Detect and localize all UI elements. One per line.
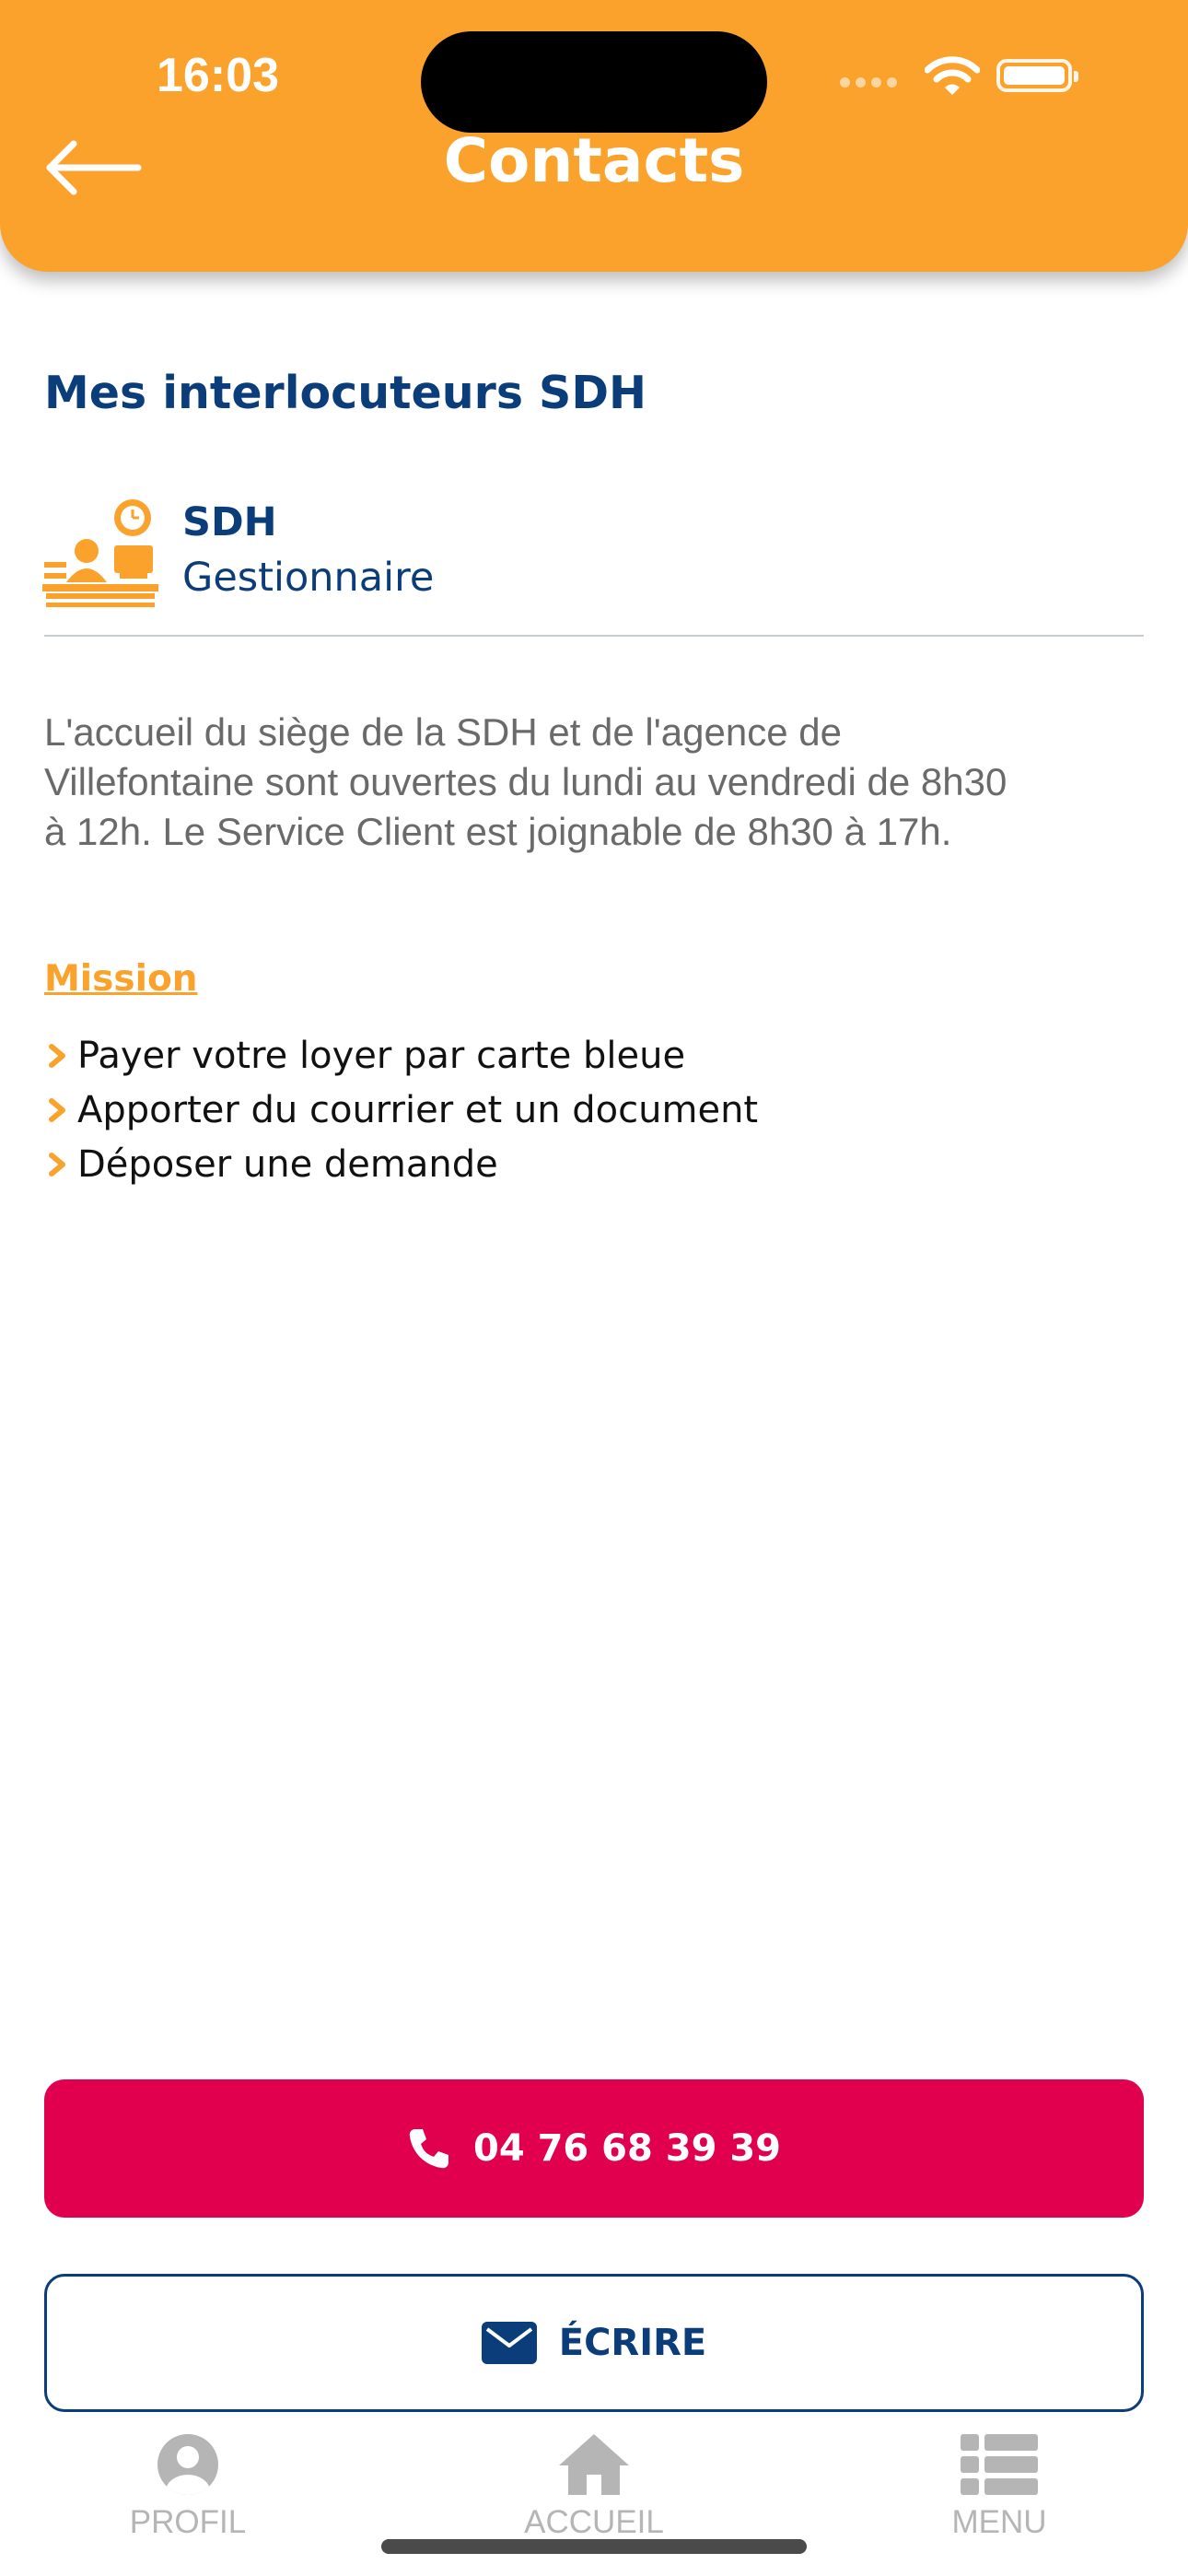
contact-role: Gestionnaire [182,555,435,601]
opening-hours-text: L'accueil du siège de la SDH et de l'age… [44,708,1168,857]
write-button-label: ÉCRIRE [558,2322,707,2364]
call-button[interactable]: 04 76 68 39 39 [44,2079,1144,2218]
mission-item-label: Payer votre loyer par carte bleue [77,1034,686,1077]
status-icons [840,53,1089,100]
battery-icon [996,59,1078,92]
divider [44,635,1144,637]
cellular-signal-icon [840,74,903,91]
page-title: Contacts [443,125,745,196]
mission-item-label: Déposer une demande [77,1142,498,1186]
section-title: Mes interlocuteurs SDH [44,367,647,419]
nav-accueil[interactable]: ACCUEIL [474,2432,714,2541]
mission-item: Payer votre loyer par carte bleue [44,1028,758,1083]
chevron-right-icon [49,1043,65,1068]
mission-list: Payer votre loyer par carte bleue Apport… [44,1028,758,1191]
dynamic-island [421,31,767,133]
contact-name: SDH [182,499,277,545]
mission-label: Mission [44,958,198,1000]
nav-accueil-label: ACCUEIL [524,2504,664,2540]
nav-profil-label: PROFIL [129,2504,247,2540]
mission-item: Apporter du courrier et un document [44,1083,758,1137]
phone-icon [409,2129,448,2169]
opening-hours-line: à 12h. Le Service Client est joignable d… [44,810,952,853]
mission-item-label: Apporter du courrier et un document [77,1088,759,1131]
chevron-right-icon [49,1152,65,1177]
list-icon [961,2434,1038,2495]
nav-profil[interactable]: PROFIL [68,2432,308,2541]
call-button-label: 04 76 68 39 39 [472,2127,782,2170]
opening-hours-line: L'accueil du siège de la SDH et de l'age… [44,710,842,754]
write-button[interactable]: ÉCRIRE [44,2274,1144,2412]
envelope-icon [481,2322,537,2364]
home-icon [559,2434,629,2495]
status-time: 16:03 [157,49,279,102]
nav-menu[interactable]: MENU [879,2432,1119,2541]
home-indicator[interactable] [381,2539,807,2554]
user-circle-icon [157,2434,218,2495]
wifi-icon [925,56,980,95]
app-header: 16:03 Contacts [0,0,1188,272]
chevron-right-icon [49,1097,65,1122]
mission-item: Déposer une demande [44,1137,758,1191]
nav-menu-label: MENU [951,2504,1047,2540]
opening-hours-line: Villefontaine sont ouvertes du lundi au … [44,760,1007,803]
reception-desk-icon [42,499,158,607]
